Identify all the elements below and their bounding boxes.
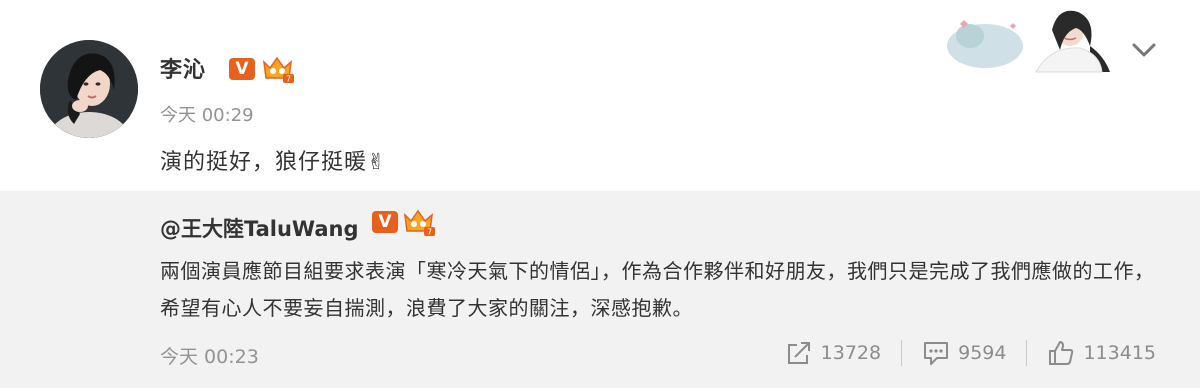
share-count: 13728 (820, 342, 882, 364)
repost-author-badges: V 7 (372, 209, 436, 237)
weibo-post-card: 李沁 V 7 今天 00:29 演的挺好，狼仔挺暖✌ @王大陸TaluWang … (0, 0, 1200, 388)
share-icon (787, 342, 810, 364)
verified-v-icon[interactable]: V (372, 211, 398, 233)
like-icon (1049, 341, 1074, 365)
repost-author-name[interactable]: @王大陸TaluWang (160, 213, 359, 243)
like-count: 113415 (1083, 342, 1156, 364)
share-button[interactable]: 13728 (785, 339, 881, 367)
svg-text:7: 7 (286, 75, 291, 84)
repost-timestamp[interactable]: 今天 00:23 (160, 342, 259, 369)
comment-icon (924, 342, 949, 365)
crown-badge-icon[interactable]: 7 (402, 209, 436, 237)
card-decoration-image (940, 6, 1120, 78)
chevron-down-icon[interactable] (1128, 38, 1160, 62)
verified-v-icon[interactable]: V (229, 58, 255, 80)
author-name[interactable]: 李沁 (160, 52, 206, 84)
repost-action-bar: 13728 9594 113415 (785, 339, 1156, 367)
author-avatar[interactable] (40, 40, 138, 138)
author-badges: V 7 (229, 56, 295, 84)
repost-content: 兩個演員應節目組要求表演「寒冷天氣下的情侶」，作為合作夥伴和好朋友，我們只是完成… (160, 259, 1155, 320)
like-button[interactable]: 113415 (1047, 339, 1156, 367)
post-timestamp[interactable]: 今天 00:29 (160, 101, 254, 127)
avatar-photo-icon (40, 40, 138, 138)
action-divider (1026, 340, 1028, 366)
post-content: 演的挺好，狼仔挺暖✌ (160, 150, 387, 175)
svg-text:7: 7 (427, 228, 432, 237)
crown-badge-icon[interactable]: 7 (261, 56, 295, 84)
action-divider (901, 340, 903, 366)
comment-button[interactable]: 9594 (922, 339, 1006, 367)
comment-count: 9594 (958, 342, 1007, 364)
